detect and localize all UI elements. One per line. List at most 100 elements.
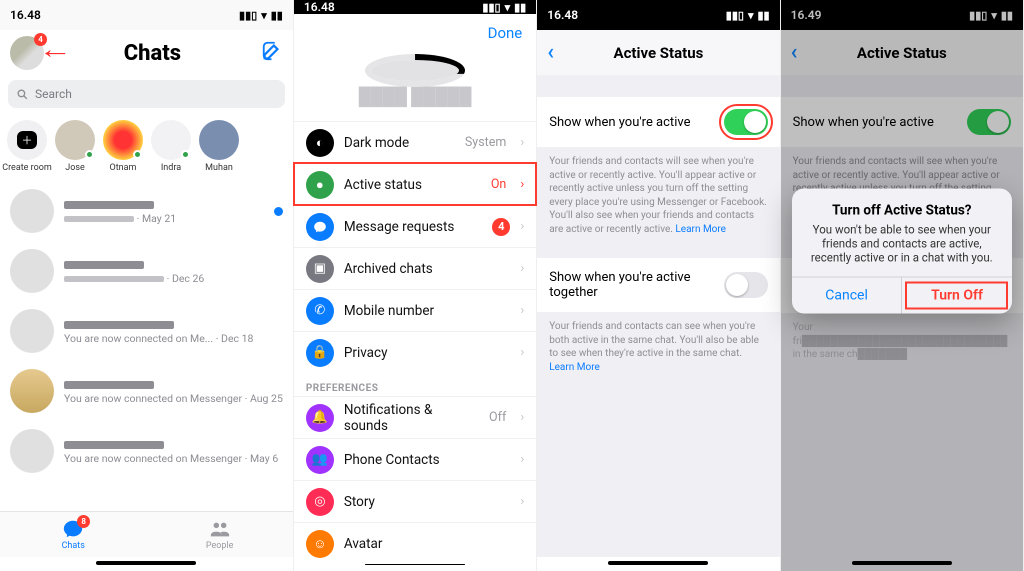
chat-item[interactable]: · May 21 <box>0 181 293 241</box>
chevron-right-icon: › <box>520 303 524 318</box>
status-bar: 16.48 ▮▮▯▾▮▮ <box>537 0 779 30</box>
chat-item[interactable]: You are now connected on Me... · Dec 18 <box>0 301 293 361</box>
bell-icon: 🔔 <box>306 404 334 432</box>
compose-button[interactable] <box>261 40 283 67</box>
page-title: Chats <box>44 41 261 66</box>
done-button[interactable]: Done <box>488 24 523 42</box>
clock: 16.48 <box>547 8 578 22</box>
tab-people[interactable]: People <box>146 512 292 557</box>
row-message-requests[interactable]: Message requests 4 › <box>294 205 536 247</box>
avatar-icon <box>103 120 143 160</box>
status-icons: ▮▮▯ ▾ ▮▮ <box>482 1 526 14</box>
story-item[interactable]: Otnam <box>102 120 144 173</box>
story-item[interactable]: Muhan <box>198 120 240 173</box>
tab-bar: 8 Chats People <box>0 511 293 557</box>
chevron-right-icon: › <box>520 135 524 150</box>
learn-more-link[interactable]: Learn More <box>549 362 600 373</box>
story-item[interactable]: Jose <box>54 120 96 173</box>
screen-settings: 16.48 ▮▮▯ ▾ ▮▮ Done ████ █████ ◐ Dark mo… <box>294 0 537 571</box>
lock-icon: 🔒 <box>306 339 334 367</box>
row-label: Show when you're active together <box>549 270 723 300</box>
row-description: Your friends and contacts can see when y… <box>537 312 779 374</box>
battery-icon: ▮▮ <box>271 9 283 22</box>
chat-item[interactable]: · Dec 26 <box>0 241 293 301</box>
avatar-icon <box>55 120 95 160</box>
row-mobile-number[interactable]: ✆ Mobile number › <box>294 289 536 331</box>
chat-item[interactable]: You are now connected on Messenger · May… <box>0 421 293 481</box>
tab-chats[interactable]: 8 Chats <box>0 512 146 557</box>
home-indicator <box>852 561 952 565</box>
unread-dot-icon <box>274 207 283 216</box>
tab-badge: 8 <box>77 515 90 528</box>
phone-icon: ✆ <box>306 297 334 325</box>
nav-bar: ‹ Active Status <box>537 30 779 75</box>
search-input[interactable]: Search <box>8 80 285 108</box>
home-indicator <box>96 561 196 565</box>
row-dark-mode[interactable]: ◐ Dark mode System › <box>294 121 536 163</box>
signal-icon: ▮▮▯ <box>239 9 257 22</box>
turn-off-button[interactable]: Turn Off <box>901 278 1012 314</box>
profile-name: ████ █████ <box>294 87 536 107</box>
alert-message: You won't be able to see when your frien… <box>806 223 998 265</box>
search-placeholder: Search <box>35 87 72 101</box>
chevron-right-icon: › <box>520 452 524 467</box>
online-dot-icon <box>181 150 190 159</box>
row-active-status[interactable]: ● Active status On › <box>294 163 536 205</box>
people-icon <box>209 518 231 540</box>
chat-icon <box>306 213 334 241</box>
section-preferences: PREFERENCES <box>294 373 536 396</box>
status-bar: 16.48 ▮▮▯ ▾ ▮▮ <box>294 0 536 14</box>
active-status-icon: ● <box>306 171 334 199</box>
chevron-right-icon: › <box>520 219 524 234</box>
chevron-right-icon: › <box>520 345 524 360</box>
status-bar: 16.48 ▮▮▯ ▾ ▮▮ <box>0 0 293 30</box>
toggle-active-together[interactable] <box>724 272 768 298</box>
chevron-right-icon: › <box>520 177 524 192</box>
chat-item[interactable]: You are now connected on Messenger · Aug… <box>0 361 293 421</box>
story-item[interactable]: Indra <box>150 120 192 173</box>
wifi-icon: ▾ <box>261 9 267 22</box>
status-icons: ▮▮▯ ▾ ▮▮ <box>239 9 283 22</box>
chevron-right-icon: › <box>520 494 524 509</box>
profile-avatar[interactable] <box>371 60 459 81</box>
stories-row: ＋ Create room Jose Otnam Indra Muhan <box>0 112 293 181</box>
page-title: Active Status <box>537 44 779 62</box>
row-description: Your friends and contacts will see when … <box>537 147 779 236</box>
confirm-dialog: Turn off Active Status? You won't be abl… <box>792 189 1012 314</box>
archive-icon: ▣ <box>306 255 334 283</box>
moon-icon: ◐ <box>306 129 334 157</box>
badge: 4 <box>492 218 510 236</box>
row-label: Show when you're active <box>549 115 690 130</box>
screen-active-status-confirm: 16.49 ▮▮▯▾▮▮ ‹ Active Status Show when y… <box>781 0 1024 571</box>
learn-more-link[interactable]: Learn More <box>675 224 726 235</box>
row-notifications[interactable]: 🔔 Notifications & sounds Off › <box>294 396 536 438</box>
row-avatar[interactable]: ☺ Avatar <box>294 522 536 564</box>
row-active-together: Show when you're active together <box>537 258 779 312</box>
chat-bubble-icon: 8 <box>62 518 84 540</box>
status-icons: ▮▮▯▾▮▮ <box>726 9 770 22</box>
row-story[interactable]: ◎ Story › <box>294 480 536 522</box>
contacts-icon: 👥 <box>306 446 334 474</box>
story-create-room[interactable]: ＋ Create room <box>6 120 48 173</box>
row-phone-contacts[interactable]: 👥 Phone Contacts › <box>294 438 536 480</box>
arrow-annotation-icon: ← <box>38 34 72 65</box>
row-show-active: Show when you're active <box>537 97 779 147</box>
avatar-icon <box>10 369 54 413</box>
clock: 16.48 <box>10 8 41 22</box>
chevron-right-icon: › <box>520 410 524 425</box>
battery-icon: ▮▮ <box>514 1 526 14</box>
search-icon <box>16 88 29 101</box>
cancel-button[interactable]: Cancel <box>792 278 902 314</box>
screen-chats: 16.48 ▮▮▯ ▾ ▮▮ 4 ← Chats Search ＋ Create… <box>0 0 294 571</box>
online-dot-icon <box>133 150 142 159</box>
alert-title: Turn off Active Status? <box>806 203 998 219</box>
row-privacy[interactable]: 🔒 Privacy › <box>294 331 536 373</box>
home-indicator <box>365 564 465 565</box>
avatar-icon <box>10 429 54 473</box>
signal-icon: ▮▮▯ <box>482 1 500 14</box>
toggle-show-active[interactable] <box>724 109 768 135</box>
clock: 16.48 <box>304 0 335 14</box>
avatar-icon <box>10 249 54 293</box>
chats-header: 4 ← Chats <box>0 30 293 76</box>
row-archived-chats[interactable]: ▣ Archived chats › <box>294 247 536 289</box>
